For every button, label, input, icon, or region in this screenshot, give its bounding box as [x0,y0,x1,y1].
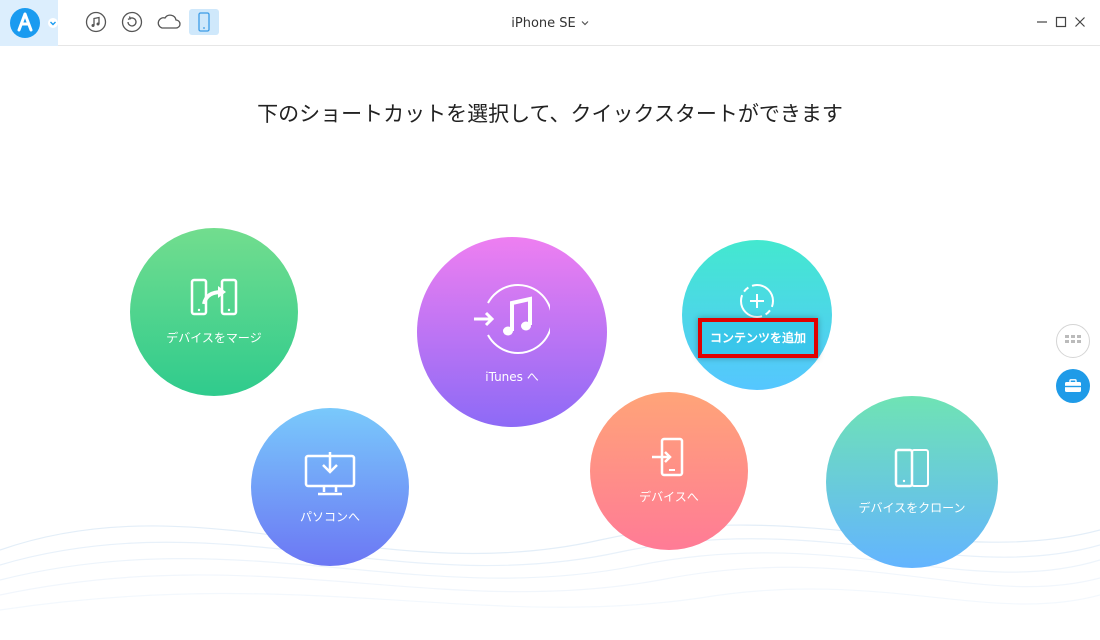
itunes-music-icon [474,284,550,354]
app-menu[interactable] [0,0,58,46]
add-content-button[interactable] [682,240,832,390]
chevron-down-icon [581,21,589,26]
clone-device-icon [894,448,929,488]
to-itunes-label: iTunes へ [485,370,539,384]
add-content-label: コンテンツを追加 [709,331,806,345]
grid-view-button[interactable] [1056,324,1090,358]
to-device-button[interactable]: デバイスへ [590,392,748,550]
grid-icon [1065,335,1081,343]
chevron-down-icon[interactable] [48,18,58,28]
title-bar: iPhone SE [0,0,1100,46]
close-icon [1075,17,1085,27]
phone-icon[interactable] [189,9,219,35]
device-selector[interactable]: iPhone SE [511,15,589,31]
toolbox-icon [1065,379,1081,392]
merge-devices-icon [190,278,238,316]
to-itunes-button[interactable]: iTunes へ [417,237,607,427]
minimize-button[interactable] [1034,14,1050,30]
merge-devices-label: デバイスをマージ [166,331,262,345]
page-title: 下のショートカットを選択して、クイックスタートができます [257,102,843,126]
to-pc-button[interactable]: パソコンへ [251,408,409,566]
maximize-button[interactable] [1053,14,1069,30]
add-content-highlight[interactable]: コンテンツを追加 [698,318,818,358]
music-note-icon[interactable] [84,10,108,34]
clone-device-button[interactable]: デバイスをクローン [826,396,998,568]
device-name: iPhone SE [511,15,576,31]
add-circle-icon [740,284,774,318]
computer-download-icon [304,452,356,496]
toolbox-button[interactable] [1056,369,1090,403]
phone-transfer-icon [652,437,684,477]
close-button[interactable] [1072,14,1088,30]
merge-devices-button[interactable]: デバイスをマージ [130,228,298,396]
to-device-label: デバイスへ [639,490,699,504]
to-pc-label: パソコンへ [299,510,360,524]
restore-icon[interactable] [120,10,144,34]
cloud-icon[interactable] [155,10,183,34]
app-logo-icon[interactable] [10,8,40,38]
clone-device-label: デバイスをクローン [858,501,966,515]
